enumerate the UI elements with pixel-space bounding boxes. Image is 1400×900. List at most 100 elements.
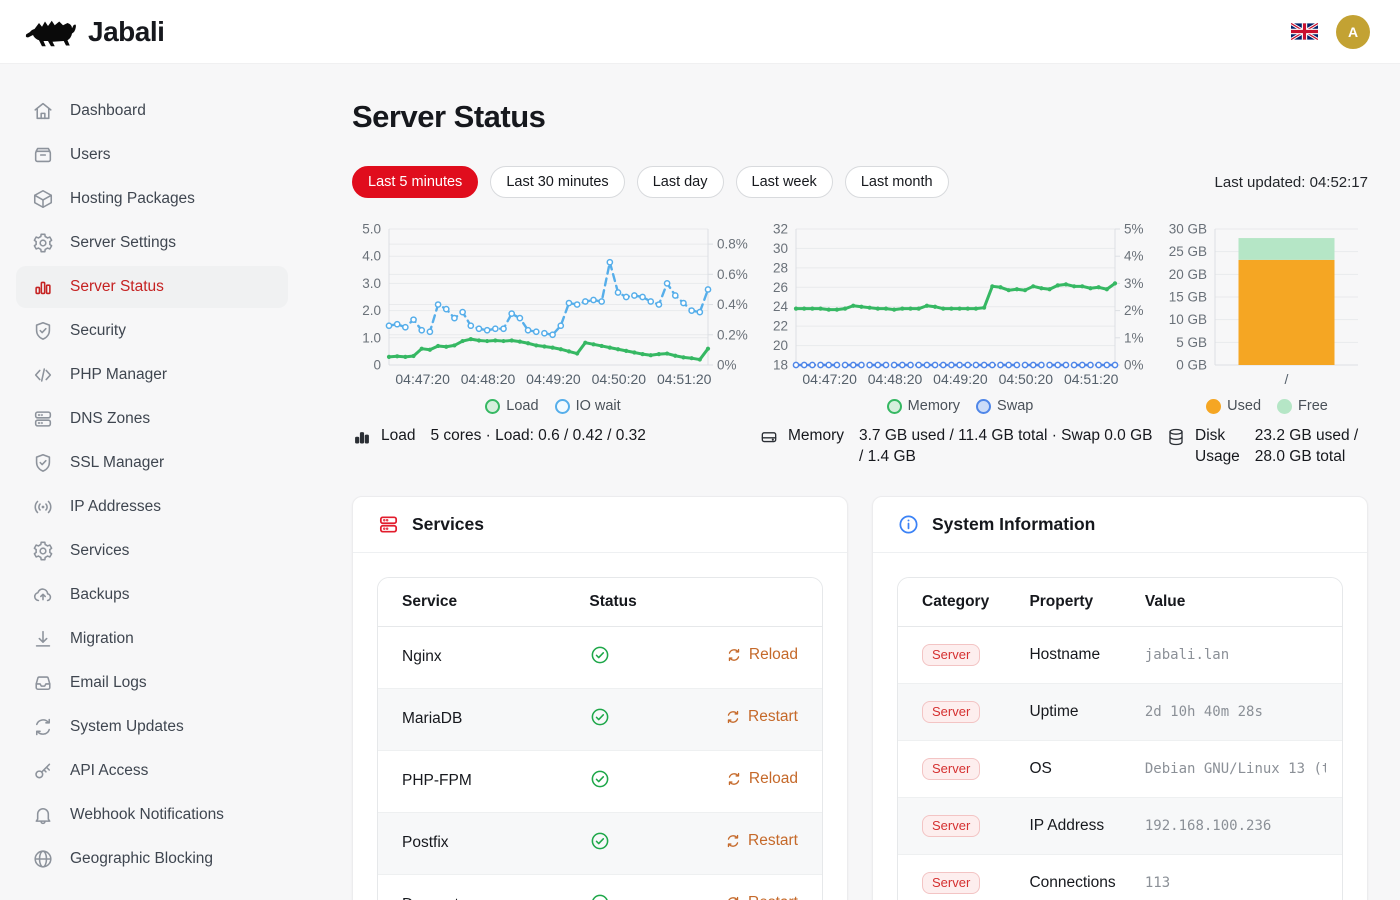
user-avatar[interactable]: A: [1336, 15, 1370, 49]
svg-text:2.0: 2.0: [362, 303, 381, 318]
service-action-restart-button[interactable]: Restart: [725, 832, 798, 850]
service-action-reload-button[interactable]: Reload: [726, 646, 798, 664]
service-name: Nginx: [378, 626, 573, 688]
time-range-bar: Last 5 minutes Last 30 minutes Last day Las…: [352, 166, 1368, 198]
sidebar-item-webhook-notifications[interactable]: Webhook Notifications: [16, 794, 288, 836]
category-badge: Server: [922, 701, 980, 723]
svg-text:4.0: 4.0: [362, 249, 381, 264]
category-badge: Server: [922, 758, 980, 780]
system-information-card: System Information CategoryPropertyValue…: [872, 496, 1368, 900]
svg-text:32: 32: [773, 222, 788, 237]
svg-text:2%: 2%: [1124, 303, 1144, 318]
stat-value: 23.2 GB used / 28.0 GB total: [1255, 426, 1368, 468]
time-range-last-5-minutes[interactable]: Last 5 minutes: [352, 166, 478, 198]
svg-text:5 GB: 5 GB: [1176, 335, 1207, 350]
service-action-restart-button[interactable]: Restart: [725, 708, 798, 726]
chart-legend: LoadIO wait: [352, 398, 754, 414]
sidebar-item-label: Server Status: [70, 278, 164, 296]
service-action-restart-button[interactable]: Restart: [725, 894, 798, 900]
services-card-title: Services: [412, 514, 484, 535]
time-range-last-week[interactable]: Last week: [736, 166, 833, 198]
stat-load: Load 5 cores · Load: 0.6 / 0.42 / 0.32: [352, 426, 754, 468]
services-column-header: Service: [378, 578, 573, 627]
sidebar-item-dns-zones[interactable]: DNS Zones: [16, 398, 288, 440]
chart-plot: 0 GB5 GB10 GB15 GB20 GB25 GB30 GB/: [1166, 219, 1368, 391]
server-stack-icon: [32, 408, 54, 430]
sidebar-item-ip-addresses[interactable]: IP Addresses: [16, 486, 288, 528]
sidebar-item-hosting-packages[interactable]: Hosting Packages: [16, 178, 288, 220]
svg-text:1.0: 1.0: [362, 330, 381, 345]
svg-text:20: 20: [773, 338, 788, 353]
sidebar-item-migration[interactable]: Migration: [16, 618, 288, 660]
service-row-nginx: Nginx Reload: [378, 626, 822, 688]
download-icon: [32, 628, 54, 650]
bar-chart-icon: [352, 427, 372, 447]
stat-value: 5 cores · Load: 0.6 / 0.42 / 0.32: [430, 426, 645, 447]
svg-text:0.8%: 0.8%: [717, 237, 748, 252]
property-name: IP Address: [1013, 797, 1128, 854]
legend-item: Free: [1277, 398, 1328, 414]
svg-text:0: 0: [373, 358, 381, 373]
sidebar-item-label: IP Addresses: [70, 498, 161, 516]
legend-item: Memory: [887, 398, 960, 414]
boar-logo-icon: [24, 13, 78, 51]
check-circle-icon: [589, 892, 611, 900]
refresh-small-icon: [726, 647, 742, 663]
stat-disk-usage: Disk Usage 23.2 GB used / 28.0 GB total: [1166, 426, 1368, 468]
property-value: jabali.lan: [1145, 647, 1326, 663]
check-circle-icon: [589, 644, 611, 666]
svg-text:20 GB: 20 GB: [1169, 267, 1207, 282]
broadcast-icon: [32, 496, 54, 518]
category-badge: Server: [922, 815, 980, 837]
sidebar-item-services[interactable]: Services: [16, 530, 288, 572]
info-icon: [897, 513, 920, 536]
system-column-header: Property: [1013, 578, 1128, 627]
check-circle-icon: [589, 768, 611, 790]
system-row-connections: Server Connections 113: [898, 854, 1342, 900]
svg-text:04:48:20: 04:48:20: [868, 371, 923, 387]
cloud-upload-icon: [32, 584, 54, 606]
sidebar-item-system-updates[interactable]: System Updates: [16, 706, 288, 748]
sidebar-item-users[interactable]: Users: [16, 134, 288, 176]
svg-text:0%: 0%: [717, 358, 737, 373]
svg-text:18: 18: [773, 358, 788, 373]
sidebar-item-label: Backups: [70, 586, 129, 604]
sidebar-item-label: Security: [70, 322, 126, 340]
svg-text:4%: 4%: [1124, 249, 1144, 264]
system-column-header: Value: [1129, 578, 1342, 627]
last-updated-label: Last updated: 04:52:17: [1215, 174, 1368, 191]
svg-text:04:49:20: 04:49:20: [526, 371, 581, 387]
code-icon: [32, 364, 54, 386]
service-row-php-fpm: PHP-FPM Reload: [378, 750, 822, 812]
property-value: Debian GNU/Linux 13 (trixie): [1145, 761, 1326, 777]
sidebar-item-security[interactable]: Security: [16, 310, 288, 352]
service-action-reload-button[interactable]: Reload: [726, 770, 798, 788]
sidebar-item-api-access[interactable]: API Access: [16, 750, 288, 792]
svg-text:26: 26: [773, 280, 788, 295]
legend-item: IO wait: [555, 398, 621, 414]
sidebar-item-server-settings[interactable]: Server Settings: [16, 222, 288, 264]
sidebar-item-php-manager[interactable]: PHP Manager: [16, 354, 288, 396]
time-range-last-month[interactable]: Last month: [845, 166, 949, 198]
svg-text:22: 22: [773, 319, 788, 334]
sidebar-item-backups[interactable]: Backups: [16, 574, 288, 616]
sidebar-item-email-logs[interactable]: Email Logs: [16, 662, 288, 704]
check-circle-icon: [589, 706, 611, 728]
property-name: Hostname: [1013, 626, 1128, 683]
sidebar-item-dashboard[interactable]: Dashboard: [16, 90, 288, 132]
sidebar-item-geographic-blocking[interactable]: Geographic Blocking: [16, 838, 288, 880]
language-flag-uk[interactable]: [1291, 22, 1318, 41]
sidebar-item-label: Server Settings: [70, 234, 176, 252]
time-range-last-30-minutes[interactable]: Last 30 minutes: [490, 166, 624, 198]
time-range-last-day[interactable]: Last day: [637, 166, 724, 198]
status-ok-icon: [589, 715, 611, 732]
system-row-os: Server OS Debian GNU/Linux 13 (trixie): [898, 740, 1342, 797]
legend-marker: [1206, 399, 1221, 414]
sidebar-item-ssl-manager[interactable]: SSL Manager: [16, 442, 288, 484]
svg-text:25 GB: 25 GB: [1169, 244, 1207, 259]
status-ok-icon: [589, 777, 611, 794]
legend-item: Used: [1206, 398, 1261, 414]
svg-text:10 GB: 10 GB: [1169, 312, 1207, 327]
legend-marker: [887, 399, 902, 414]
sidebar-item-server-status[interactable]: Server Status: [16, 266, 288, 308]
